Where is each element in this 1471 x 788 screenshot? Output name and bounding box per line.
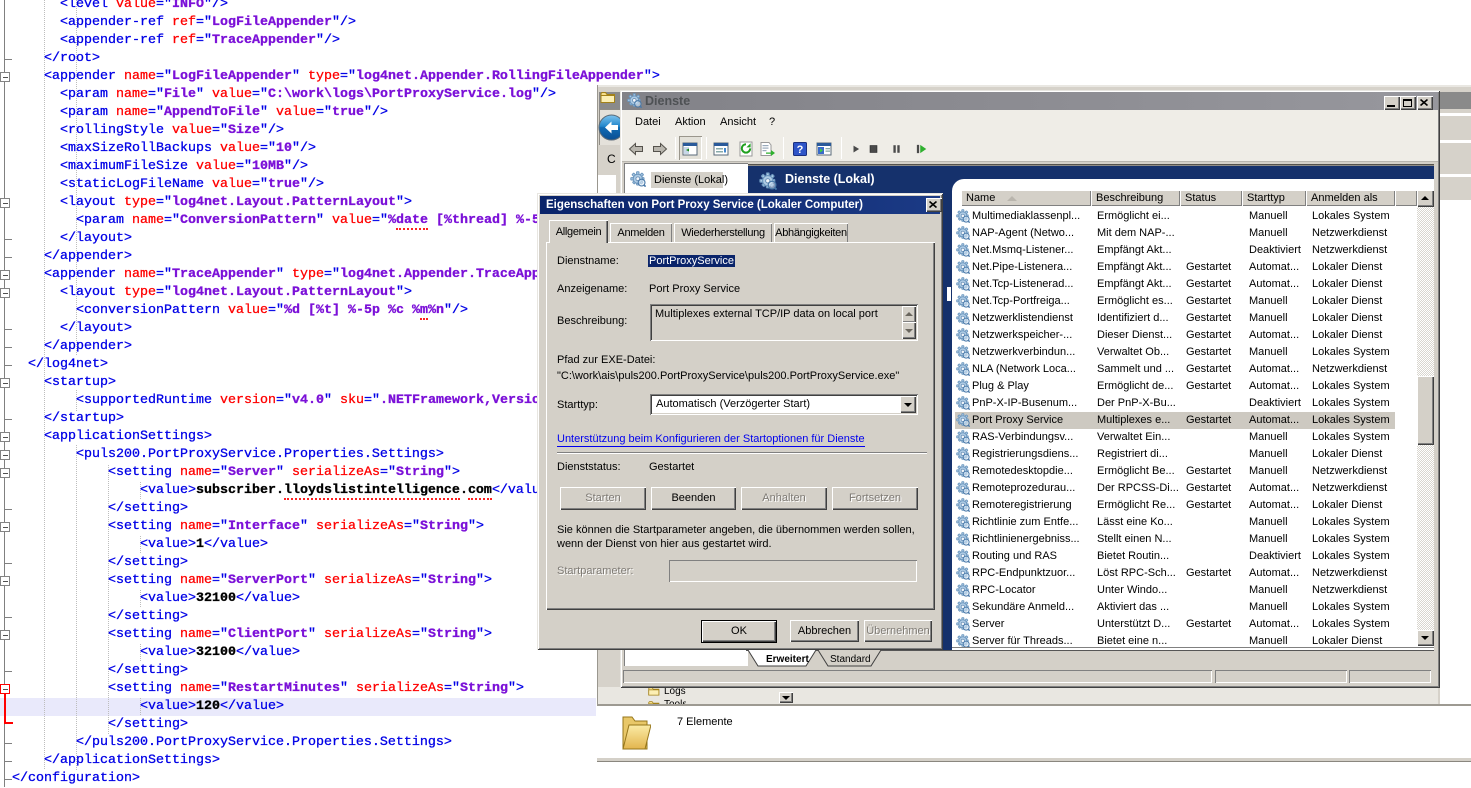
svg-text:Standard: Standard bbox=[830, 654, 871, 665]
svg-text:?: ? bbox=[797, 144, 804, 156]
svg-text:Erweitert: Erweitert bbox=[766, 654, 809, 665]
